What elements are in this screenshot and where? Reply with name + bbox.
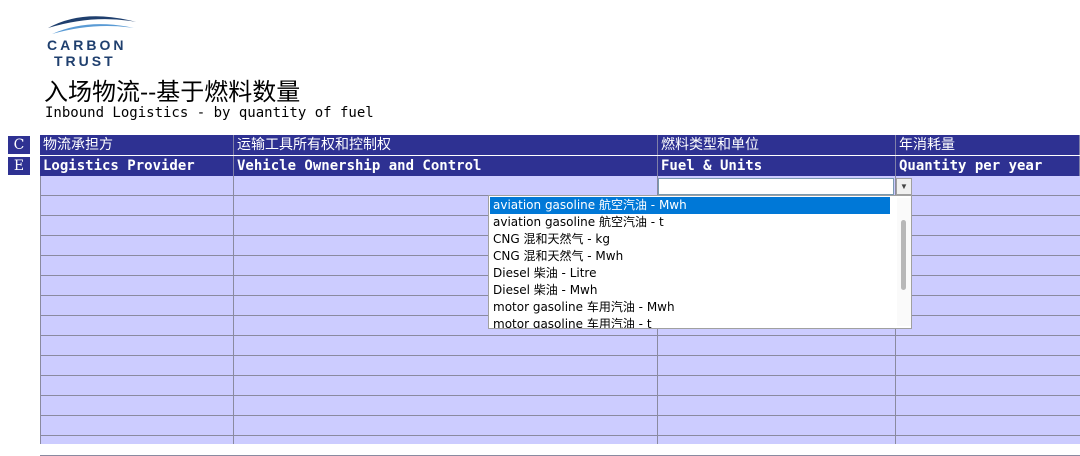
scrollbar-thumb[interactable]: [901, 220, 906, 290]
dropdown-option[interactable]: motor gasoline 车用汽油 - Mwh: [490, 299, 890, 316]
grid-row-line: [40, 375, 1080, 376]
header-cn-fuel-units[interactable]: 燃料类型和单位: [658, 135, 896, 155]
row-label-cn: C: [8, 136, 30, 154]
dropdown-option[interactable]: aviation gasoline 航空汽油 - t: [490, 214, 890, 231]
dropdown-option[interactable]: CNG 混和天然气 - Mwh: [490, 248, 890, 265]
header-cn-logistics-provider[interactable]: 物流承担方: [40, 135, 234, 155]
logo-text-carbon: CARBON: [47, 37, 127, 53]
fuel-dropdown-list[interactable]: aviation gasoline 航空汽油 - Mwh aviation ga…: [488, 195, 912, 329]
header-cn-vehicle-ownership[interactable]: 运输工具所有权和控制权: [234, 135, 658, 155]
dropdown-option[interactable]: motor gasoline 车用汽油 - t: [490, 316, 890, 328]
grid-column-line: [233, 176, 234, 444]
header-en-quantity[interactable]: Quantity per year: [896, 156, 1080, 176]
dropdown-option[interactable]: CNG 混和天然气 - kg: [490, 231, 890, 248]
page-title-en: Inbound Logistics - by quantity of fuel: [45, 105, 374, 121]
dropdown-option[interactable]: Diesel 柴油 - Litre: [490, 265, 890, 282]
grid-row-line: [40, 335, 1080, 336]
dropdown-option[interactable]: aviation gasoline 航空汽油 - Mwh: [490, 197, 890, 214]
header-cn-quantity[interactable]: 年消耗量: [896, 135, 1080, 155]
logo-swoosh-icon: [48, 16, 136, 34]
grid-row-line: [40, 415, 1080, 416]
chevron-down-icon: ▼: [900, 182, 908, 191]
active-cell-fuel-units[interactable]: [658, 178, 894, 195]
logo-text-trust: TRUST: [54, 53, 116, 69]
page-title-cn: 入场物流--基于燃料数量: [44, 78, 301, 106]
dropdown-scrollbar[interactable]: [897, 198, 911, 326]
header-en-logistics-provider[interactable]: Logistics Provider: [40, 156, 234, 176]
dropdown-option[interactable]: Diesel 柴油 - Mwh: [490, 282, 890, 299]
grid-row-line: [40, 435, 1080, 436]
header-en-vehicle-ownership[interactable]: Vehicle Ownership and Control: [234, 156, 658, 176]
grid-column-line: [40, 176, 41, 444]
header-en-fuel-units[interactable]: Fuel & Units: [658, 156, 896, 176]
grid-row-line: [40, 355, 1080, 356]
row-label-en: E: [8, 157, 30, 175]
carbon-trust-logo: CARBON TRUST: [44, 8, 140, 70]
dropdown-button[interactable]: ▼: [896, 178, 912, 195]
grid-row-line: [40, 395, 1080, 396]
